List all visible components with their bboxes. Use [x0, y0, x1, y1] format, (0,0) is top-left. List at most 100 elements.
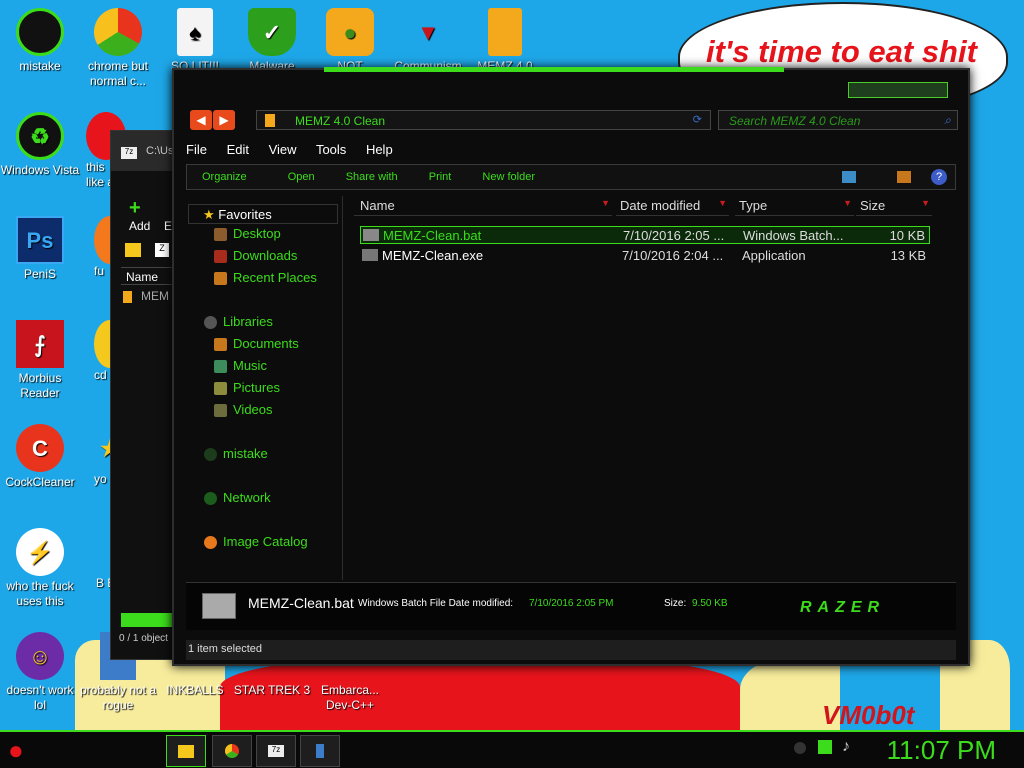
desktop-icon-morbius-reader[interactable]: ⨍ Morbius Reader — [0, 320, 80, 401]
sidebar-item-network[interactable]: Network — [204, 490, 271, 506]
file-type: Windows Batch... — [743, 228, 844, 243]
address-path: MEMZ 4.0 Clean — [295, 114, 386, 128]
desktop-icon-windows-vista[interactable]: ♻ Windows Vista — [0, 112, 80, 178]
back-window-file-item[interactable]: MEM — [141, 289, 169, 303]
sidebar-item-image-catalog[interactable]: Image Catalog — [204, 534, 308, 550]
menu-file[interactable]: File — [186, 142, 207, 157]
preview-pane-icon[interactable] — [897, 171, 911, 183]
sidebar-item-user[interactable]: mistake — [204, 446, 268, 462]
sidebar-item-recent-places[interactable]: Recent Places — [214, 270, 317, 286]
start-button[interactable]: ● — [8, 732, 48, 768]
status-text: 1 item selected — [188, 643, 262, 655]
desktop-icon-label: Windows Vista — [0, 163, 80, 177]
volume-icon[interactable]: ♪ — [842, 738, 850, 756]
sidebar-item-label: Downloads — [233, 248, 298, 263]
sidebar-item-pictures[interactable]: Pictures — [214, 380, 280, 396]
desktop-icon-yahoo[interactable]: ☺ doesn't work lol — [0, 632, 80, 713]
taskbar-chrome[interactable] — [212, 735, 252, 767]
sidebar-item-videos[interactable]: Videos — [214, 402, 273, 418]
favorites-header[interactable]: ★ Favorites — [188, 204, 338, 224]
file-row[interactable]: MEMZ-Clean.bat 7/10/2016 2:05 ... Window… — [360, 226, 930, 244]
search-icon[interactable]: ⌕ — [944, 113, 951, 128]
7zip-icon: 7z — [268, 745, 284, 757]
recent-places-icon — [214, 272, 227, 286]
file-name: MEMZ-Clean.exe — [382, 248, 484, 263]
details-size-value: 9.50 KB — [692, 598, 728, 609]
action-center-icon[interactable] — [818, 740, 832, 754]
sidebar-item-libraries[interactable]: Libraries — [204, 314, 273, 330]
open-command[interactable]: Open — [288, 171, 315, 183]
filter-arrow-icon: ▼ — [921, 198, 930, 208]
zip-folder-icon — [265, 114, 275, 127]
desktop-icon-cockcleaner[interactable]: C CockCleaner — [0, 424, 80, 490]
pane-divider — [342, 196, 343, 580]
window-controls[interactable] — [848, 82, 948, 98]
taskbar-app[interactable] — [300, 735, 340, 767]
status-bar: 1 item selected — [186, 640, 956, 660]
desktop-icon-penis[interactable]: Ps PeniS — [0, 216, 80, 282]
desktop-icon-not[interactable]: ● NOT — [310, 8, 390, 74]
desktop-icon-devcpp[interactable]: Embarca... Dev-C++ — [310, 683, 390, 713]
details-type-label: Windows Batch File Date modified: — [358, 598, 514, 609]
show-hidden-icons-icon[interactable] — [794, 742, 806, 754]
column-date-modified[interactable]: Date modified ▼ — [616, 196, 729, 216]
ccleaner-icon: C — [16, 424, 64, 472]
menu-help[interactable]: Help — [366, 142, 393, 157]
exe-file-icon — [362, 249, 378, 261]
details-size-label: Size: — [664, 598, 687, 609]
address-bar[interactable]: MEMZ 4.0 Clean ⟳ — [256, 110, 711, 130]
zip-file-icon: Z — [155, 243, 169, 257]
search-input[interactable]: Search MEMZ 4.0 Clean ⌕ — [718, 110, 958, 130]
new-folder-command[interactable]: New folder — [482, 171, 535, 183]
desktop-icon-so-lit[interactable]: ♠ SO LIT!!! — [155, 8, 235, 74]
menu-edit[interactable]: Edit — [227, 142, 249, 157]
desktop-icon-star-trek[interactable]: STAR TREK 3 — [232, 667, 312, 698]
column-name[interactable]: Name ▼ — [354, 196, 612, 216]
print-command[interactable]: Print — [429, 171, 452, 183]
sidebar-item-desktop[interactable]: Desktop — [214, 226, 281, 242]
desktop-icon-memz[interactable]: MEMZ 4.0 — [465, 8, 545, 74]
menu-bar: File Edit View Tools Help — [186, 142, 956, 160]
desktop-icon-communism[interactable]: ▼ Communism — [388, 8, 468, 74]
desktop-icon-malware[interactable]: ✓ Malware — [232, 8, 312, 74]
column-type[interactable]: Type ▼ — [735, 196, 854, 216]
network-icon — [204, 492, 217, 506]
favorites-label: Favorites — [218, 207, 272, 222]
share-with-command[interactable]: Share with — [346, 171, 398, 183]
back-button[interactable]: ◀ — [190, 110, 212, 130]
taskbar-7zip[interactable]: 7z — [256, 735, 296, 767]
taskbar: ● 7z ♪ 11:07 PM — [0, 730, 1024, 768]
desktop-icon-chrome[interactable]: chrome but normal c... — [78, 8, 158, 89]
batch-file-large-icon — [202, 593, 236, 619]
column-headers: Name ▼ Date modified ▼ Type ▼ Size ▼ — [344, 196, 959, 216]
folder-icon — [178, 745, 194, 758]
file-row[interactable]: MEMZ-Clean.exe 7/10/2016 2:04 ... Applic… — [360, 247, 930, 265]
file-size: 10 KB — [889, 228, 925, 243]
organize-command[interactable]: Organize — [202, 171, 247, 183]
sidebar-item-label: Pictures — [233, 380, 280, 395]
view-options-icon[interactable] — [842, 171, 856, 183]
forward-button[interactable]: ▶ — [213, 110, 235, 130]
menu-tools[interactable]: Tools — [316, 142, 346, 157]
sidebar-item-documents[interactable]: Documents — [214, 336, 299, 352]
column-size[interactable]: Size ▼ — [856, 196, 932, 216]
refresh-icon[interactable]: ⟳ — [693, 113, 702, 126]
back-window-add-label[interactable]: Add — [129, 219, 150, 233]
desktop-icon-mistake[interactable]: mistake — [0, 8, 80, 74]
desktop-icon-label: Morbius Reader — [18, 371, 62, 400]
folder-up-icon[interactable] — [125, 243, 141, 257]
star-icon: ★ — [203, 207, 215, 222]
filter-arrow-icon: ▼ — [843, 198, 852, 208]
sidebar-item-downloads[interactable]: Downloads — [214, 248, 298, 264]
taskbar-explorer[interactable] — [166, 735, 206, 767]
desktop-icon-label: who the fuck uses this — [6, 579, 74, 608]
taskbar-clock[interactable]: 11:07 PM — [887, 735, 996, 766]
desktop-icon-label: INKBALLS — [166, 683, 224, 697]
filter-arrow-icon: ▼ — [718, 198, 727, 208]
sidebar-item-music[interactable]: Music — [214, 358, 267, 374]
help-icon[interactable]: ? — [931, 169, 947, 185]
menu-view[interactable]: View — [269, 142, 297, 157]
desktop-icon-inkballs[interactable]: INKBALLS — [155, 683, 235, 698]
desktop-icon-who-uses-this[interactable]: ⚡ who the fuck uses this — [0, 528, 80, 609]
explorer-window[interactable]: ◀ ▶ MEMZ 4.0 Clean ⟳ Search MEMZ 4.0 Cle… — [172, 67, 970, 666]
